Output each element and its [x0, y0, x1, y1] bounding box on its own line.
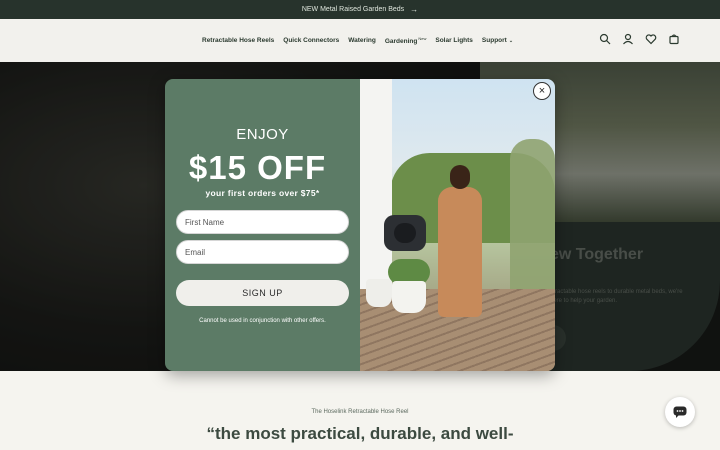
nav-label: Retractable Hose Reels	[202, 37, 275, 44]
nav-item-support[interactable]: Support ⌄	[482, 37, 513, 44]
new-badge: New	[418, 35, 427, 41]
email-input[interactable]	[176, 240, 349, 264]
nav-label: Solar Lights	[435, 37, 473, 44]
announcement-bar[interactable]: NEW Metal Raised Garden Beds →	[0, 0, 720, 19]
nav-item-solar-lights[interactable]: Solar Lights	[435, 37, 473, 44]
photo-person-dress	[438, 187, 482, 317]
site-header: Retractable Hose Reels Quick Connectors …	[0, 19, 720, 62]
popup-form-panel: ENJOY $15 OFF your first orders over $75…	[165, 79, 360, 371]
popup-product-photo	[360, 79, 555, 371]
nav-item-quick-connectors[interactable]: Quick Connectors	[283, 37, 339, 44]
main-nav: Retractable Hose Reels Quick Connectors …	[202, 19, 513, 62]
close-icon[interactable]: ×	[533, 82, 551, 100]
first-name-input[interactable]	[176, 210, 349, 234]
chat-button[interactable]	[665, 397, 695, 427]
chevron-down-icon: ⌄	[508, 38, 514, 44]
header-icons	[599, 33, 680, 45]
testimonial-section: The Hoselink Retractable Hose Reel “the …	[0, 371, 720, 450]
nav-item-watering[interactable]: Watering	[348, 37, 376, 44]
account-icon[interactable]	[622, 33, 634, 45]
nav-label: Quick Connectors	[283, 37, 340, 44]
chat-bubble-icon	[673, 406, 687, 418]
photo-wall	[360, 79, 392, 309]
photo-hose-reel	[384, 215, 426, 251]
testimonial-quote: “the most practical, durable, and well-	[206, 424, 514, 443]
nav-label: Support	[481, 37, 507, 44]
photo-pot	[392, 281, 426, 313]
popup-disclaimer: Cannot be used in conjunction with other…	[199, 318, 326, 324]
discount-popup: ENJOY $15 OFF your first orders over $75…	[165, 79, 555, 371]
announcement-text[interactable]: NEW Metal Raised Garden Beds	[302, 6, 404, 13]
nav-label: Watering	[348, 37, 376, 44]
nav-item-gardening[interactable]: GardeningNew	[385, 36, 427, 45]
photo-hose-reel-center	[394, 223, 416, 243]
popup-subtitle: your first orders over $75*	[205, 188, 320, 198]
section-eyebrow: The Hoselink Retractable Hose Reel	[311, 409, 409, 415]
sign-up-button[interactable]: SIGN UP	[176, 280, 349, 306]
wishlist-heart-icon[interactable]	[645, 33, 657, 45]
popup-enjoy-text: ENJOY	[236, 126, 289, 143]
nav-item-retractable-hose-reels[interactable]: Retractable Hose Reels	[202, 37, 274, 44]
nav-label: Gardening	[384, 38, 418, 46]
photo-person-head	[450, 165, 470, 189]
cart-icon[interactable]	[668, 33, 680, 45]
arrow-right-icon: →	[410, 5, 419, 14]
popup-offer-text: $15 OFF	[188, 149, 327, 186]
photo-pot	[366, 279, 392, 307]
search-icon[interactable]	[599, 33, 611, 45]
